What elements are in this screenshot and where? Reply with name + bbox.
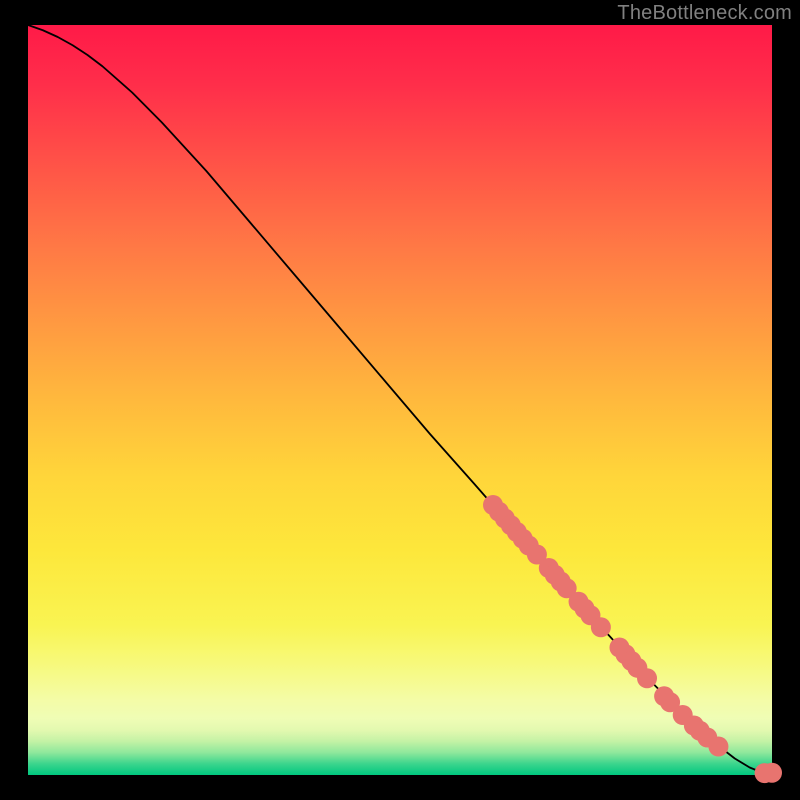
chart-point xyxy=(637,668,657,688)
chart-line xyxy=(28,25,772,774)
chart-stage: TheBottleneck.com xyxy=(0,0,800,800)
attribution-text: TheBottleneck.com xyxy=(617,2,792,25)
chart-point xyxy=(591,617,611,637)
chart-point xyxy=(762,763,782,783)
chart-point xyxy=(708,737,728,757)
chart-svg xyxy=(0,0,800,800)
